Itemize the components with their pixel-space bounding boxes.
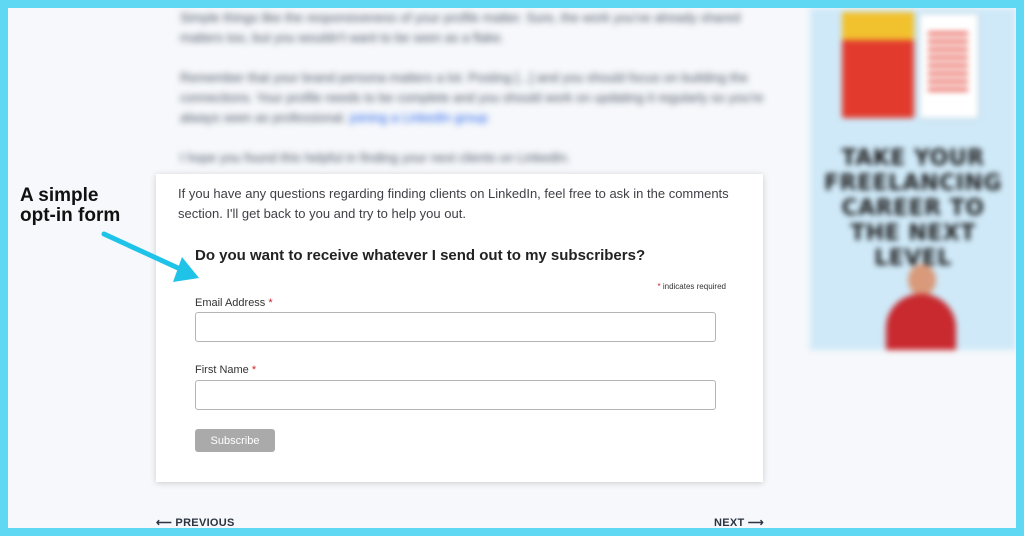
first-name-label-text: First Name	[195, 364, 249, 376]
book-cover-red	[842, 12, 914, 118]
next-post-link[interactable]: NEXT ⟶	[714, 516, 764, 528]
required-note: * indicates required	[657, 282, 726, 291]
annotation-line-1: A simple	[20, 185, 99, 206]
required-star: *	[251, 364, 257, 376]
email-field[interactable]	[195, 312, 716, 342]
previous-post-link[interactable]: ⟵ PREVIOUS	[156, 516, 235, 528]
book-cover-white	[920, 14, 978, 118]
annotation-line-2: opt-in form	[20, 205, 121, 226]
first-name-field[interactable]	[195, 380, 716, 410]
required-note-text: indicates required	[662, 282, 726, 291]
subscribe-button[interactable]: Subscribe	[195, 429, 275, 452]
sidebar-ad-banner[interactable]: TAKE YOUR FREELANCING CAREER TO THE NEXT…	[810, 8, 1016, 350]
required-star: *	[657, 282, 661, 291]
ad-person-photo	[880, 264, 960, 350]
ad-headline: TAKE YOUR FREELANCING CAREER TO THE NEXT…	[824, 146, 1002, 271]
first-name-label: First Name *	[195, 364, 256, 376]
browser-viewport: Simple things like the responsiveness of…	[8, 8, 1016, 528]
article-link[interactable]: joining a LinkedIn group	[350, 110, 488, 125]
annotation-label: A simple opt-in form	[20, 186, 150, 226]
annotation-arrow-icon	[101, 231, 199, 282]
